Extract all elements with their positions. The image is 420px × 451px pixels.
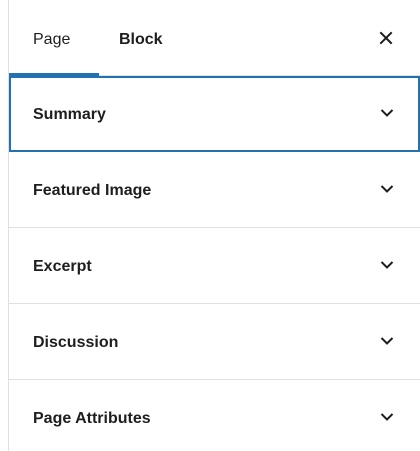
chevron-down-icon <box>380 337 394 345</box>
close-icon <box>379 31 393 45</box>
panel-featured-image[interactable]: Featured Image <box>9 152 420 228</box>
panel-excerpt[interactable]: Excerpt <box>9 228 420 304</box>
chevron-down-icon <box>380 413 394 421</box>
settings-sidebar: Page Block Summary Featured Image Excerp… <box>8 0 420 451</box>
panel-discussion[interactable]: Discussion <box>9 304 420 380</box>
panel-featured-image-label: Featured Image <box>33 182 152 199</box>
panel-summary-label: Summary <box>33 106 106 123</box>
panel-page-attributes-label: Page Attributes <box>33 410 151 427</box>
chevron-down-icon <box>380 185 394 193</box>
panel-discussion-label: Discussion <box>33 334 119 351</box>
panel-excerpt-label: Excerpt <box>33 258 92 275</box>
tab-page[interactable]: Page <box>33 30 70 50</box>
chevron-down-icon <box>380 109 394 117</box>
sidebar-header: Page Block <box>9 0 420 76</box>
chevron-down-icon <box>380 261 394 269</box>
panel-summary[interactable]: Summary <box>9 76 420 152</box>
close-sidebar-button[interactable] <box>376 28 396 48</box>
tab-block[interactable]: Block <box>119 30 163 50</box>
panel-page-attributes[interactable]: Page Attributes <box>9 380 420 451</box>
